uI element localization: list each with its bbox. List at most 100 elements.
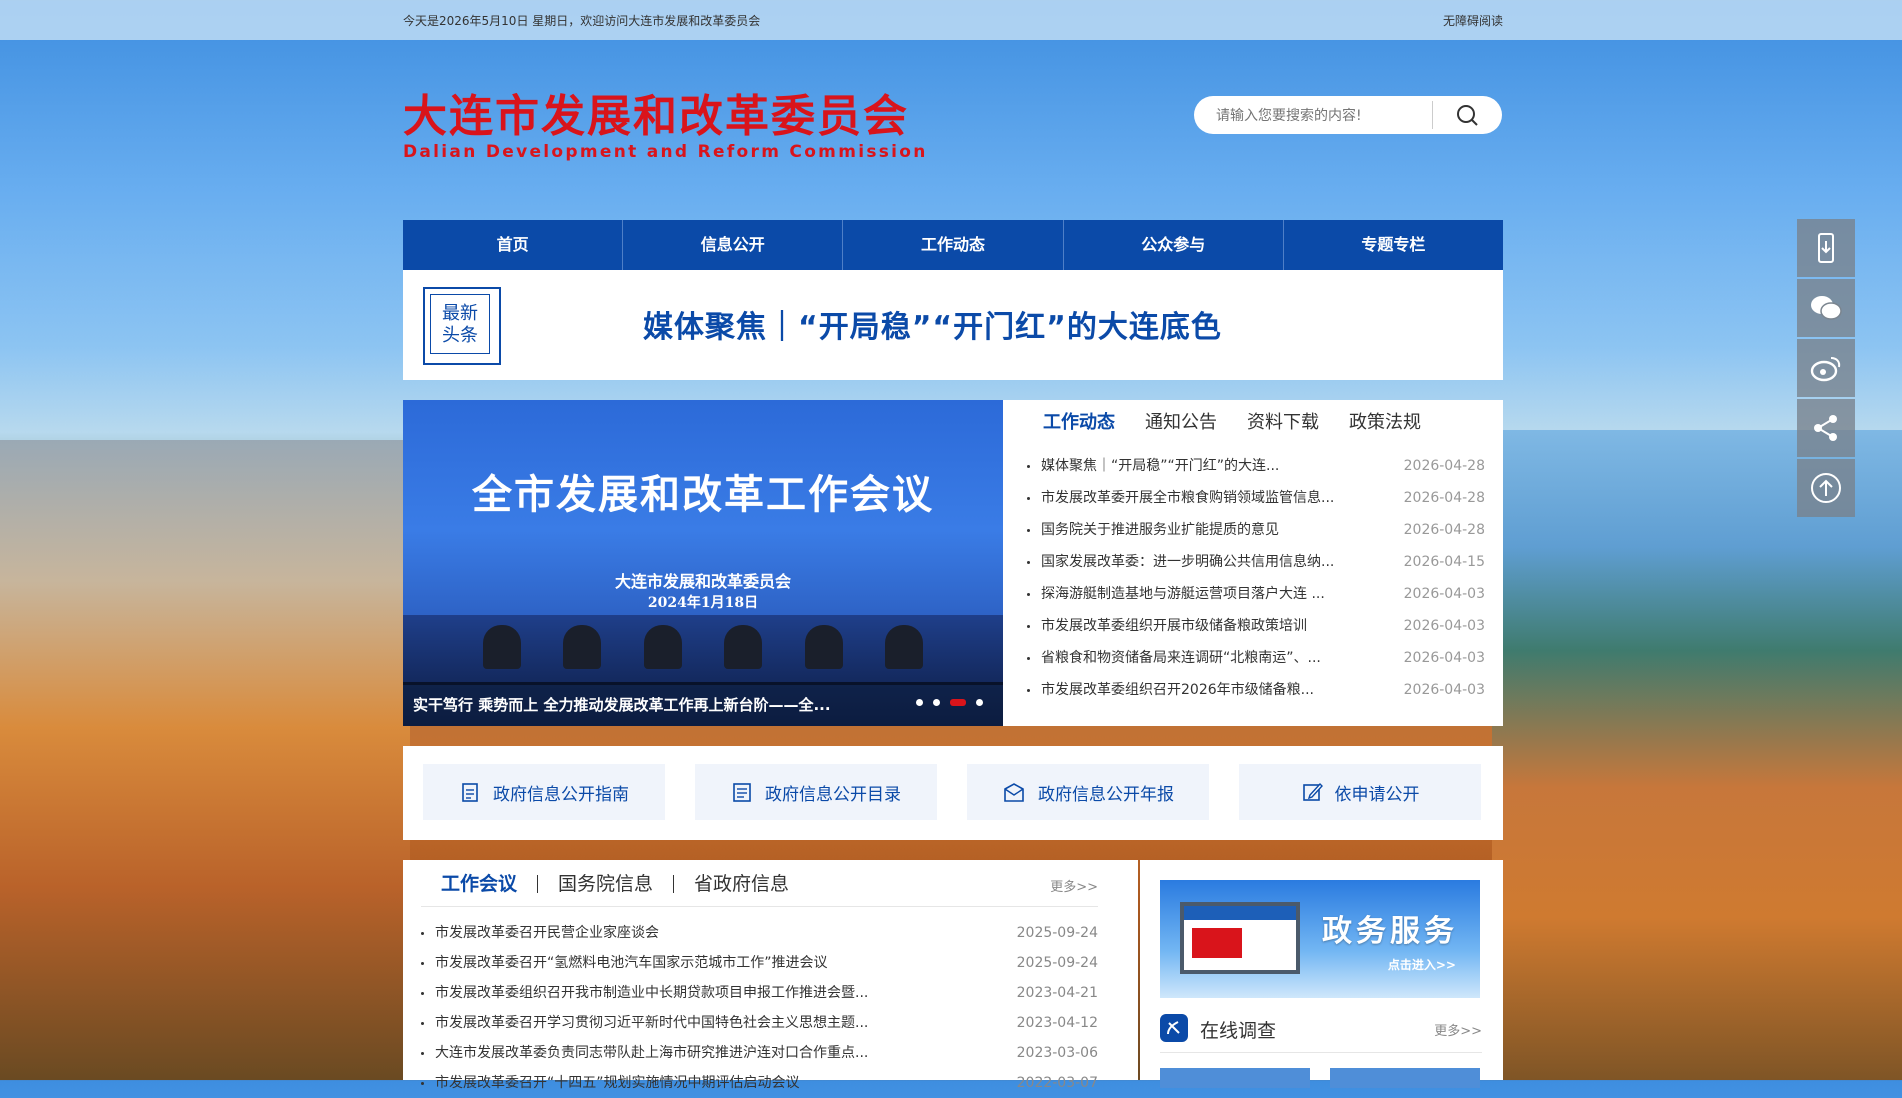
headline-link[interactable]: 媒体聚焦｜“开局稳”“开门红”的大连底色 bbox=[643, 302, 1222, 346]
search-box bbox=[1194, 96, 1502, 134]
mail-report-icon bbox=[1004, 783, 1024, 802]
accessibility-link[interactable]: 无障碍阅读 bbox=[1443, 12, 1503, 29]
quick-link-annual-report[interactable]: 政府信息公开年报 bbox=[967, 764, 1209, 820]
gov-service-banner[interactable]: 政务服务 点击进入>> bbox=[1160, 880, 1480, 998]
list-item[interactable]: 国务院关于推进服务业扩能提质的意见 2026-04-28 bbox=[1027, 514, 1485, 546]
slide-image-org: 大连市发展和改革委员会 bbox=[614, 572, 791, 591]
list-item[interactable]: 市发展改革委召开“氢燃料电池汽车国家示范城市工作”推进会议 2025-09-24 bbox=[421, 948, 1098, 978]
site-logo[interactable]: 大连市发展和改革委员会 Dalian Development and Refor… bbox=[403, 91, 928, 163]
nav-home[interactable]: 首页 bbox=[403, 220, 624, 270]
side-mobile-button[interactable] bbox=[1797, 219, 1855, 277]
news-date: 2026-04-15 bbox=[1403, 554, 1485, 570]
quick-links: 政府信息公开指南 政府信息公开目录 政府信息公开年报 依申请公开 bbox=[403, 746, 1503, 840]
slide-people bbox=[483, 625, 923, 675]
side-wechat-button[interactable] bbox=[1797, 279, 1855, 337]
news-title: 国家发展改革委：进一步明确公共信用信息纳... bbox=[1041, 554, 1335, 570]
back-to-top-icon bbox=[1811, 473, 1841, 503]
meeting-date: 2025-09-24 bbox=[1016, 925, 1098, 941]
nav-special-topics[interactable]: 专题专栏 bbox=[1284, 220, 1503, 270]
news-title: 市发展改革委组织开展市级储备粮政策培训 bbox=[1041, 618, 1307, 634]
slide-caption[interactable]: 实干笃行 乘势而上 全力推动发展改革工作再上新台阶——全... bbox=[413, 694, 831, 715]
list-item[interactable]: 市发展改革委开展全市粮食购销领域监管信息... 2026-04-28 bbox=[1027, 482, 1485, 514]
survey-card[interactable] bbox=[1330, 1068, 1480, 1088]
meeting-date: 2023-04-21 bbox=[1016, 985, 1098, 1001]
search-button[interactable] bbox=[1446, 101, 1486, 129]
slide-image-title: 全市发展和改革工作会议 bbox=[472, 471, 934, 518]
slide-caption-bar: 实干笃行 乘势而上 全力推动发展改革工作再上新台阶——全... bbox=[403, 682, 1003, 726]
gov-service-title: 政务服务 bbox=[1322, 914, 1458, 949]
meetings-more-link[interactable]: 更多>> bbox=[1050, 876, 1098, 895]
news-date: 2026-04-03 bbox=[1403, 682, 1485, 698]
quick-link-label: 政府信息公开目录 bbox=[765, 784, 901, 805]
meeting-date: 2023-04-12 bbox=[1016, 1015, 1098, 1031]
mobile-icon bbox=[1818, 233, 1834, 263]
slider-dot-3[interactable] bbox=[950, 699, 966, 706]
survey-title: 在线调查 bbox=[1200, 1020, 1277, 1042]
news-date: 2026-04-28 bbox=[1403, 490, 1485, 506]
news-date: 2026-04-03 bbox=[1403, 586, 1485, 602]
slider-dot-2[interactable] bbox=[933, 699, 940, 706]
list-item[interactable]: 探海游艇制造基地与游艇运营项目落户大连 ... 2026-04-03 bbox=[1027, 578, 1485, 610]
list-item[interactable]: 市发展改革委组织召开我市制造业中长期贷款项目申报工作推进会暨... 2023-04… bbox=[421, 978, 1098, 1008]
side-weibo-button[interactable] bbox=[1797, 339, 1855, 397]
quick-link-catalog[interactable]: 政府信息公开目录 bbox=[695, 764, 937, 820]
main-nav: 首页 信息公开 工作动态 公众参与 专题专栏 bbox=[403, 220, 1503, 270]
news-date: 2026-04-28 bbox=[1403, 522, 1485, 538]
nav-info-disclosure[interactable]: 信息公开 bbox=[623, 220, 844, 270]
side-toolbar bbox=[1797, 219, 1855, 517]
side-share-button[interactable] bbox=[1797, 399, 1855, 457]
list-item[interactable]: 市发展改革委召开学习贯彻习近平新时代中国特色社会主义思想主题... 2023-04… bbox=[421, 1008, 1098, 1038]
list-item[interactable]: 市发展改革委召开民营企业家座谈会 2025-09-24 bbox=[421, 918, 1098, 948]
meeting-title: 市发展改革委召开“十四五”规划实施情况中期评估启动会议 bbox=[435, 1075, 800, 1091]
weibo-icon bbox=[1810, 357, 1841, 382]
edit-icon bbox=[1302, 782, 1323, 801]
meeting-title: 市发展改革委召开“氢燃料电池汽车国家示范城市工作”推进会议 bbox=[435, 955, 828, 971]
list-item[interactable]: 大连市发展改革委负责同志带队赴上海市研究推进沪连对口合作重点... 2023-03… bbox=[421, 1038, 1098, 1068]
badge-line-1: 最新 bbox=[442, 303, 478, 324]
side-top-button[interactable] bbox=[1797, 459, 1855, 517]
list-item[interactable]: 省粮食和物资储备局来连调研“北粮南运”、... 2026-04-03 bbox=[1027, 642, 1485, 674]
list-item[interactable]: 市发展改革委召开“十四五”规划实施情况中期评估启动会议 2022-03-07 bbox=[421, 1068, 1098, 1098]
welcome-text: 今天是2026年5月10日 星期日，欢迎访问大连市发展和改革委员会 bbox=[403, 14, 761, 28]
meeting-title: 市发展改革委召开民营企业家座谈会 bbox=[435, 925, 659, 941]
news-title: 省粮食和物资储备局来连调研“北粮南运”、... bbox=[1041, 650, 1321, 666]
slider-dot-1[interactable] bbox=[916, 699, 923, 706]
survey-card[interactable] bbox=[1160, 1068, 1310, 1088]
list-item[interactable]: 国家发展改革委：进一步明确公共信用信息纳... 2026-04-15 bbox=[1027, 546, 1485, 578]
news-title: 市发展改革委开展全市粮食购销领域监管信息... bbox=[1041, 490, 1335, 506]
tab-state-council[interactable]: 国务院信息 bbox=[558, 870, 653, 898]
news-date: 2026-04-28 bbox=[1403, 458, 1485, 474]
tab-provincial-gov[interactable]: 省政府信息 bbox=[694, 870, 789, 898]
logo-chinese: 大连市发展和改革委员会 bbox=[403, 91, 909, 142]
quick-link-guide[interactable]: 政府信息公开指南 bbox=[423, 764, 665, 820]
nav-public-participation[interactable]: 公众参与 bbox=[1064, 220, 1284, 270]
list-item[interactable]: 市发展改革委组织召开2026年市级储备粮... 2026-04-03 bbox=[1027, 674, 1485, 706]
image-slider[interactable]: 全市发展和改革工作会议 大连市发展和改革委员会 2024年1月18日 实干笃行 … bbox=[403, 400, 1003, 726]
tab-work-news[interactable]: 工作动态 bbox=[1043, 410, 1115, 436]
meeting-title: 市发展改革委组织召开我市制造业中长期贷款项目申报工作推进会暨... bbox=[435, 985, 869, 1001]
tab-policies[interactable]: 政策法规 bbox=[1349, 410, 1421, 436]
tab-work-meetings[interactable]: 工作会议 bbox=[441, 870, 517, 898]
headline-badge: 最新 头条 bbox=[423, 287, 501, 365]
slider-dot-4[interactable] bbox=[976, 699, 983, 706]
tab-downloads[interactable]: 资料下载 bbox=[1247, 410, 1319, 436]
nav-work-news[interactable]: 工作动态 bbox=[843, 220, 1064, 270]
news-date: 2026-04-03 bbox=[1403, 618, 1485, 634]
badge-line-2: 头条 bbox=[442, 325, 478, 346]
meeting-date: 2023-03-06 bbox=[1016, 1045, 1098, 1061]
search-input[interactable] bbox=[1214, 104, 1418, 128]
news-title: 国务院关于推进服务业扩能提质的意见 bbox=[1041, 522, 1279, 538]
tab-notices[interactable]: 通知公告 bbox=[1145, 410, 1217, 436]
divider bbox=[421, 906, 1098, 907]
list-item[interactable]: 市发展改革委组织开展市级储备粮政策培训 2026-04-03 bbox=[1027, 610, 1485, 642]
list-item[interactable]: 媒体聚焦｜“开局稳”“开门红”的大连... 2026-04-28 bbox=[1027, 450, 1485, 482]
survey-more-link[interactable]: 更多>> bbox=[1434, 1020, 1482, 1039]
quick-link-apply[interactable]: 依申请公开 bbox=[1239, 764, 1481, 820]
document-icon bbox=[462, 783, 478, 802]
list-icon bbox=[733, 783, 751, 802]
divider bbox=[1160, 1052, 1482, 1053]
survey-icon bbox=[1160, 1014, 1188, 1042]
tab-divider bbox=[537, 875, 539, 893]
logo-english: Dalian Development and Reform Commission bbox=[403, 142, 928, 162]
tab-divider bbox=[673, 875, 675, 893]
